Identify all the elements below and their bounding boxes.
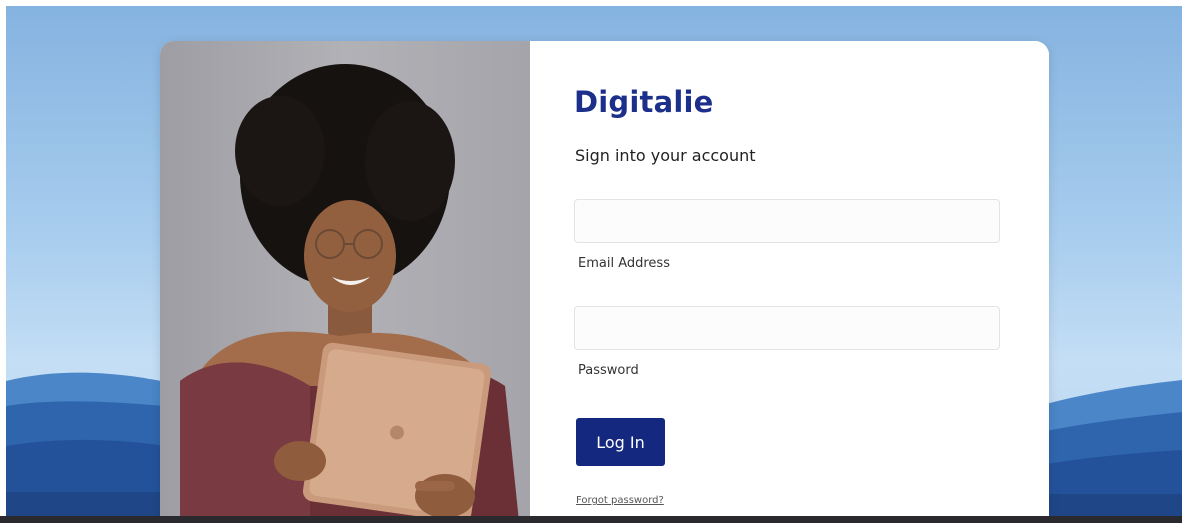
login-card: Digitalie Sign into your account Email A…: [160, 41, 1049, 523]
bottom-edge-bar: [0, 516, 1182, 523]
login-page: Digitalie Sign into your account Email A…: [0, 0, 1182, 523]
woman-with-tablet-photo: [160, 41, 530, 523]
photo-illustration: [180, 64, 520, 523]
email-field-label: Email Address: [578, 256, 670, 271]
form-subtitle: Sign into your account: [575, 146, 756, 165]
forgot-password-link[interactable]: Forgot password?: [576, 495, 664, 506]
password-field[interactable]: [574, 306, 1000, 350]
email-field[interactable]: [574, 199, 1000, 243]
login-form: Digitalie Sign into your account Email A…: [530, 41, 1049, 523]
brand-logo-text: Digitalie: [574, 85, 714, 119]
password-field-label: Password: [578, 363, 639, 378]
log-in-button[interactable]: Log In: [576, 418, 665, 466]
